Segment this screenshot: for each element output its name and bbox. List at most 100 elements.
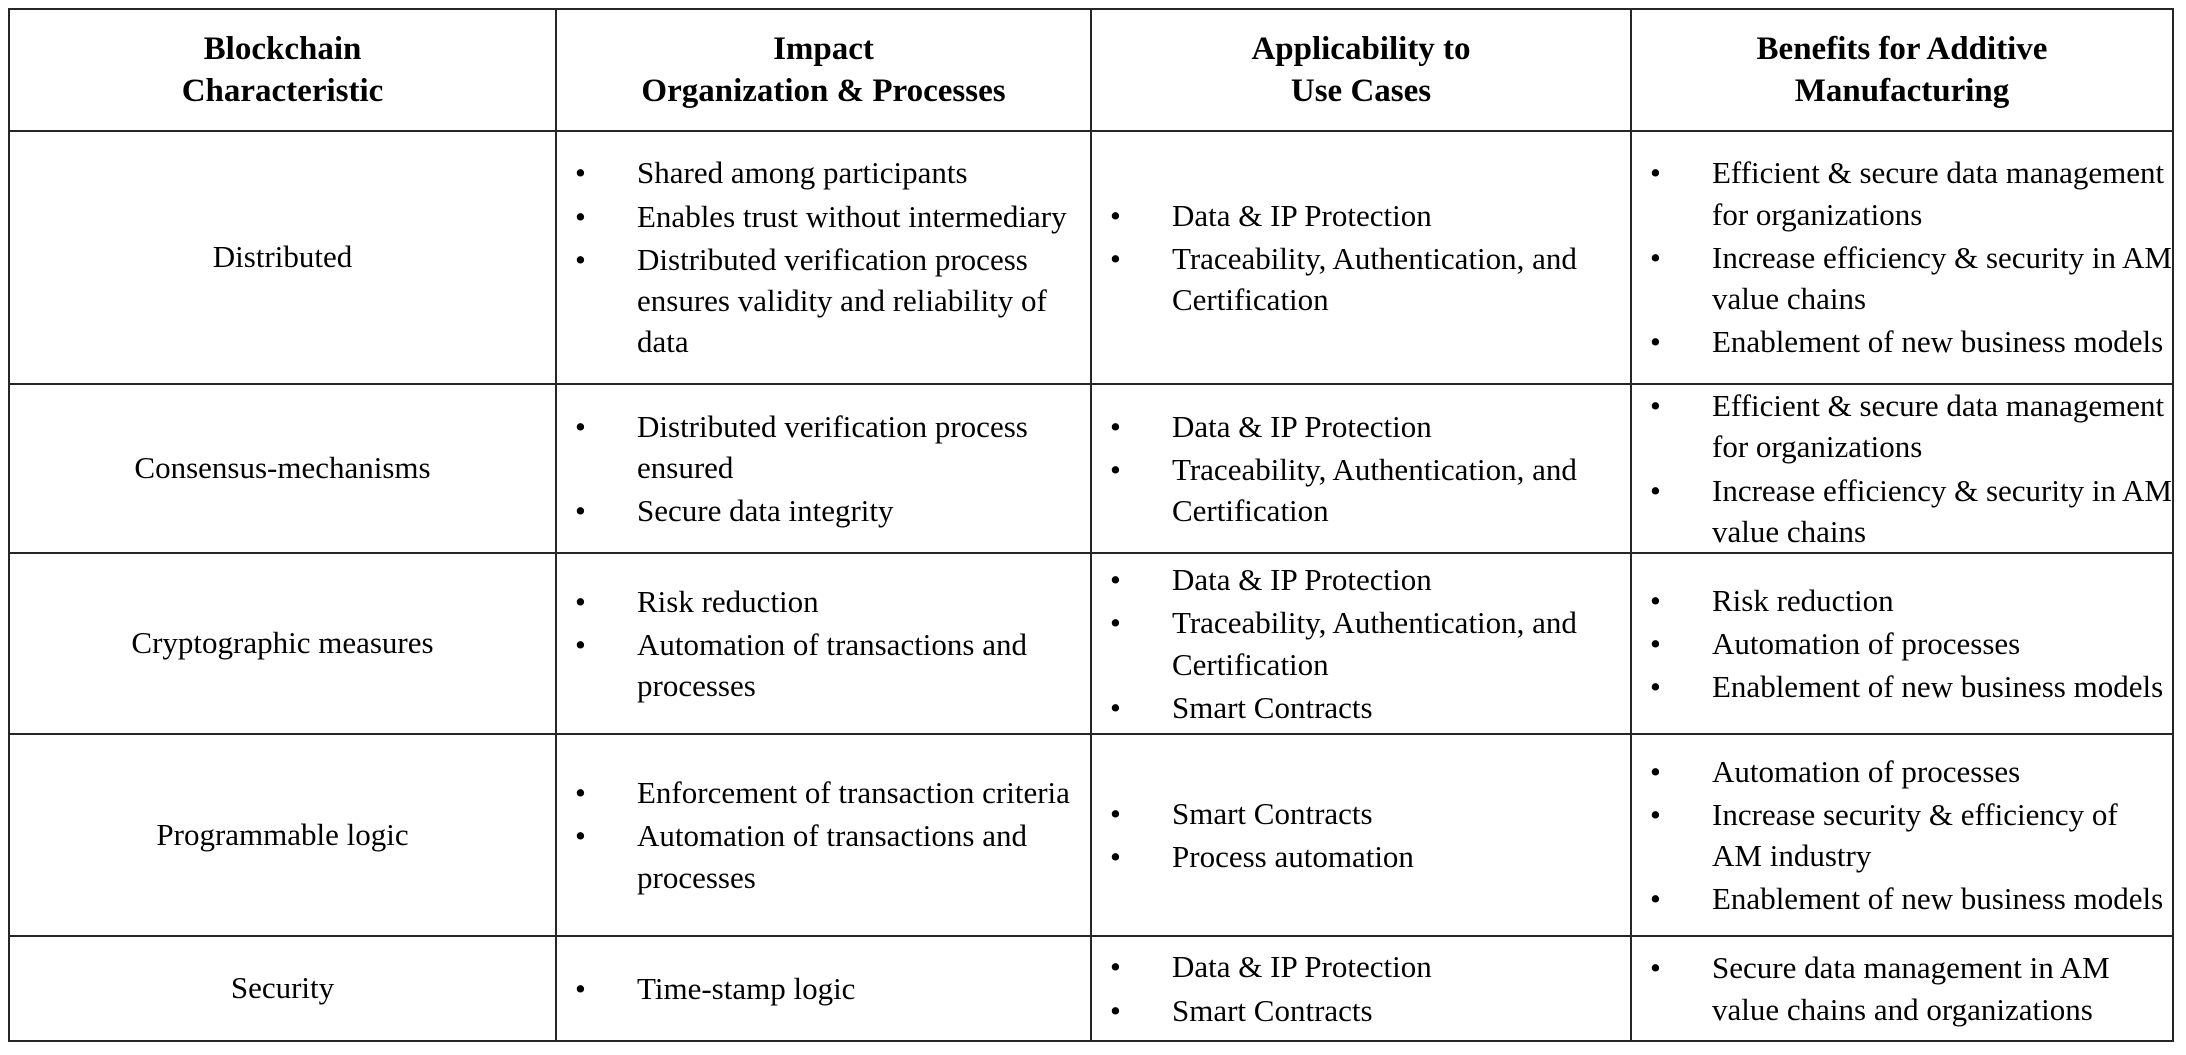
bullet-item-text: Data & IP Protection <box>1172 562 1432 598</box>
bullet-list-benefits: • Risk reduction • Automation of processes •… <box>1632 580 2172 708</box>
table-header: Blockchain Characteristic Impact Organiz… <box>8 8 2174 132</box>
bullet-item: • Automation of transactions and processe… <box>557 624 1090 706</box>
characteristic-label: Distributed <box>212 239 353 275</box>
bullet-item: • Data & IP Protection <box>1092 946 1630 987</box>
bullet-item: • Enablement of new business models <box>1632 666 2172 707</box>
bullet-icon: • <box>1110 839 1121 874</box>
bullet-item: • Time-stamp logic <box>557 968 1090 1009</box>
bullet-item: • Traceability, Authentication, and Certi… <box>1092 602 1630 684</box>
cell-impact: • Distributed verification process ensure… <box>555 383 1092 554</box>
bullet-list-applicability: • Data & IP Protection • Traceability, Auth… <box>1092 559 1630 728</box>
table-row: Distributed • Shared among participants • En… <box>8 130 2174 385</box>
bullet-item-text: Distributed verification process ensures… <box>637 241 1047 360</box>
bullet-item: • Data & IP Protection <box>1092 559 1630 600</box>
bullet-item: • Smart Contracts <box>1092 793 1630 834</box>
bullet-item: • Efficient & secure data management for … <box>1632 385 2172 467</box>
bullet-list-benefits: • Secure data management in AM value chai… <box>1632 947 2172 1029</box>
bullet-item: • Increase efficiency & security in AM va… <box>1632 237 2172 319</box>
bullet-list-applicability: • Data & IP Protection • Traceability, Auth… <box>1092 195 1630 321</box>
bullet-icon: • <box>1110 451 1121 487</box>
bullet-icon: • <box>1110 197 1121 233</box>
bullet-item-text: Increase efficiency & security in AM val… <box>1712 472 2172 549</box>
bullet-item-text: Shared among participants <box>637 155 968 191</box>
bullet-item-text: Risk reduction <box>637 583 819 619</box>
bullet-item: • Enablement of new business models <box>1632 878 2172 919</box>
table-body: Distributed • Shared among participants • En… <box>8 130 2174 1042</box>
characteristic-label: Cryptographic measures <box>131 625 434 661</box>
bullet-item: • Enablement of new business models <box>1632 321 2172 362</box>
bullet-item: • Data & IP Protection <box>1092 406 1630 447</box>
bullet-item-text: Traceability, Authentication, and Certif… <box>1172 605 1577 682</box>
table-row: Cryptographic measures • Risk reduction • Au… <box>8 552 2174 735</box>
bullet-icon: • <box>575 493 586 529</box>
cell-benefits: • Automation of processes • Increase securi… <box>1630 733 2174 937</box>
bullet-icon: • <box>1110 949 1121 985</box>
column-header-impact-line2: Organization & Processes <box>641 73 1006 109</box>
bullet-item-text: Traceability, Authentication, and Certif… <box>1172 451 1577 529</box>
bullet-icon: • <box>1650 472 1661 508</box>
cell-impact: • Time-stamp logic <box>555 935 1092 1042</box>
bullet-item: • Increase security & efficiency of AM in… <box>1632 794 2172 876</box>
bullet-icon: • <box>1650 669 1661 705</box>
bullet-item-text: Enforcement of transaction criteria <box>637 775 1070 811</box>
bullet-icon: • <box>575 818 586 854</box>
bullet-item-text: Automation of processes <box>1712 625 2021 661</box>
bullet-item-text: Risk reduction <box>1712 582 1894 618</box>
table-row: Security • Time-stamp logic • Data & IP Prot… <box>8 935 2174 1042</box>
bullet-icon: • <box>575 198 586 234</box>
cell-characteristic: Cryptographic measures <box>8 552 557 735</box>
bullet-icon: • <box>1650 388 1661 424</box>
bullet-item: • Traceability, Authentication, and Certi… <box>1092 449 1630 531</box>
cell-benefits: • Risk reduction • Automation of processes •… <box>1630 552 2174 735</box>
bullet-icon: • <box>1110 408 1121 444</box>
bullet-item-text: Automation of processes <box>1712 753 2021 789</box>
bullet-item: • Smart Contracts <box>1092 687 1630 728</box>
cell-characteristic: Programmable logic <box>8 733 557 937</box>
bullet-icon: • <box>1650 155 1661 191</box>
column-header-impact-line1: Impact <box>773 30 874 67</box>
bullet-list-applicability: • Data & IP Protection • Smart Contracts <box>1092 946 1630 1030</box>
table-row: Consensus-mechanisms • Distributed verific… <box>8 383 2174 554</box>
bullet-item-text: Smart Contracts <box>1172 689 1373 725</box>
bullet-icon: • <box>1650 625 1661 661</box>
bullet-icon: • <box>1110 562 1121 598</box>
bullet-icon: • <box>1110 240 1121 276</box>
bullet-item: • Data & IP Protection <box>1092 195 1630 236</box>
bullet-item: • Distributed verification process ensure… <box>557 406 1090 488</box>
cell-benefits: • Secure data management in AM value chai… <box>1630 935 2174 1042</box>
bullet-icon: • <box>575 970 586 1006</box>
characteristic-label: Consensus-mechanisms <box>134 450 431 486</box>
cell-impact: • Enforcement of transaction criteria • Aut… <box>555 733 1092 937</box>
bullet-list-impact: • Shared among participants • Enables trust… <box>557 152 1090 362</box>
bullet-item-text: Enables trust without intermediary <box>637 198 1067 234</box>
bullet-item: • Automation of processes <box>1632 751 2172 792</box>
cell-characteristic: Consensus-mechanisms <box>8 383 557 554</box>
column-header-benefits-line2: Manufacturing <box>1794 73 2010 109</box>
bullet-icon: • <box>575 241 586 277</box>
bullet-item: • Risk reduction <box>557 581 1090 622</box>
bullet-list-benefits: • Efficient & secure data management for … <box>1632 152 2172 362</box>
page-canvas: Blockchain Characteristic Impact Organiz… <box>0 0 2186 1055</box>
bullet-item: • Enforcement of transaction criteria <box>557 772 1090 813</box>
cell-applicability: • Data & IP Protection • Traceability, Auth… <box>1090 130 1632 385</box>
cell-impact: • Shared among participants • Enables trust… <box>555 130 1092 385</box>
bullet-item-text: Automation of transactions and processes <box>637 818 1027 895</box>
characteristic-label: Programmable logic <box>156 816 409 852</box>
cell-applicability: • Data & IP Protection • Traceability, Auth… <box>1090 552 1632 735</box>
characteristic-label: Security <box>230 970 335 1006</box>
bullet-item: • Secure data integrity <box>557 490 1090 531</box>
column-header-impact: Impact Organization & Processes <box>555 8 1092 132</box>
bullet-item-text: Enablement of new business models <box>1712 881 2164 917</box>
column-header-applicability: Applicability to Use Cases <box>1090 8 1632 132</box>
bullet-icon: • <box>1110 992 1121 1028</box>
bullet-item-text: Increase efficiency & security in AM val… <box>1712 239 2172 317</box>
bullet-item-text: Increase security & efficiency of AM ind… <box>1712 796 2118 873</box>
cell-characteristic: Security <box>8 935 557 1042</box>
bullet-item: • Efficient & secure data management for … <box>1632 152 2172 234</box>
bullet-item-text: Data & IP Protection <box>1172 197 1432 233</box>
column-header-applicability-line1: Applicability to <box>1251 30 1471 67</box>
bullet-icon: • <box>575 155 586 191</box>
bullet-item-text: Enablement of new business models <box>1712 669 2164 705</box>
bullet-item: • Shared among participants <box>557 152 1090 193</box>
bullet-list-benefits: • Automation of processes • Increase securi… <box>1632 751 2172 920</box>
